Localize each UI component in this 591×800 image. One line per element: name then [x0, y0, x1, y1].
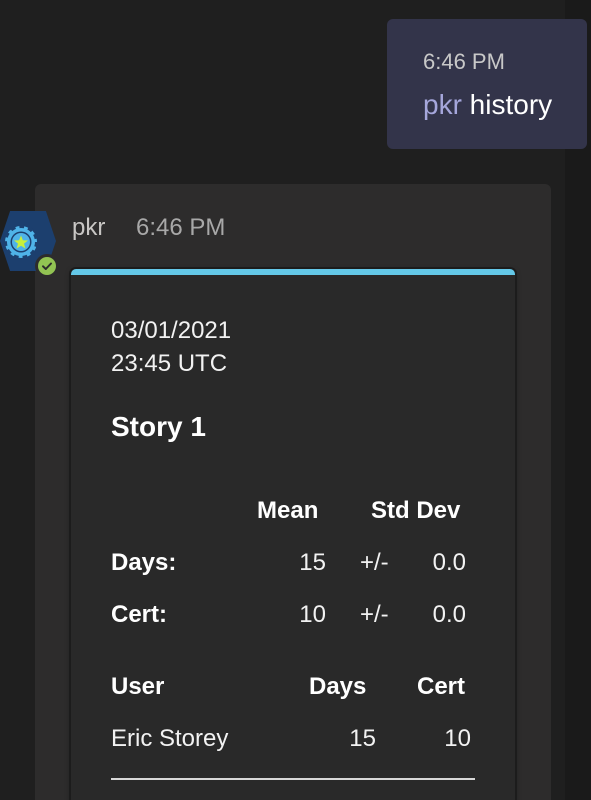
users-row-name: Eric Storey: [111, 725, 229, 752]
sent-message-body: history: [461, 89, 553, 120]
stats-row-stddev: 0.0: [432, 601, 466, 628]
users-header-days: Days: [309, 673, 367, 700]
stats-row-separator: +/-: [360, 549, 389, 576]
card-divider: [111, 778, 475, 780]
users-header-user: User: [111, 673, 165, 700]
users-row-days: 15: [349, 725, 376, 752]
users-row-cert: 10: [444, 725, 471, 752]
card-time: 23:45 UTC: [111, 350, 228, 377]
poker-chip-icon: [3, 224, 39, 260]
stats-row-mean: 10: [299, 601, 326, 628]
status-dot: [38, 257, 56, 275]
sender-name: pkr: [72, 214, 106, 241]
card-date: 03/01/2021: [111, 317, 232, 344]
received-message-time: 6:46 PM: [136, 214, 226, 241]
chat-pane: 6:46 PM pkr history pkr 6:46 PM 03/01/20…: [0, 0, 591, 800]
stats-row-stddev: 0.0: [432, 549, 466, 576]
sent-message-text: pkr history: [423, 89, 552, 121]
stats-row-label: Days:: [111, 549, 177, 576]
sent-message-bubble[interactable]: 6:46 PM pkr history: [387, 19, 587, 149]
bot-mention[interactable]: pkr: [423, 89, 462, 120]
story-title: Story 1: [111, 411, 206, 442]
bot-avatar[interactable]: [0, 211, 60, 278]
users-header-cert: Cert: [417, 673, 466, 700]
stats-header-stddev: Std Dev: [371, 497, 461, 524]
stats-header-mean: Mean: [257, 497, 319, 524]
stats-row-mean: 15: [299, 549, 326, 576]
stats-row-label: Cert:: [111, 601, 168, 628]
status-badge: [35, 254, 59, 278]
check-icon: [42, 262, 52, 270]
sent-message-time: 6:46 PM: [423, 49, 505, 74]
stats-row-separator: +/-: [360, 601, 389, 628]
adaptive-card: 03/01/2021 23:45 UTC Story 1 Mean Std De…: [71, 269, 515, 800]
